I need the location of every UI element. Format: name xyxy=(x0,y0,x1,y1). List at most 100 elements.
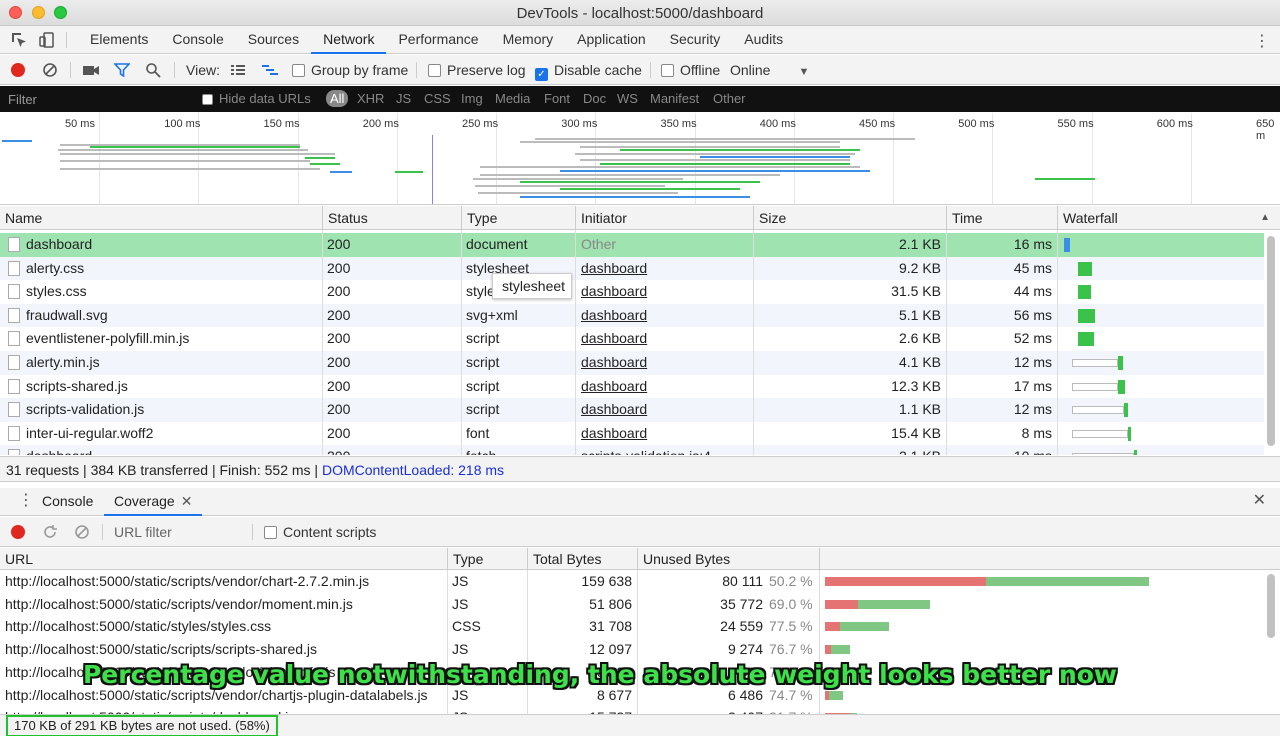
group-by-frame-checkbox[interactable]: Group by frame xyxy=(292,62,408,78)
checkbox[interactable] xyxy=(428,64,441,77)
reload-icon[interactable] xyxy=(42,524,58,540)
hide-data-urls-checkbox[interactable]: Hide data URLs xyxy=(202,91,311,106)
column-header-waterfall[interactable]: Waterfall ▲ xyxy=(1058,206,1280,230)
coverage-scrollbar[interactable] xyxy=(1266,574,1276,714)
network-request-row[interactable]: styles.css 200 style dashboard 31.5 KB 44 ms xyxy=(0,280,1264,304)
inspect-element-icon[interactable] xyxy=(10,31,28,49)
search-icon[interactable] xyxy=(145,62,161,78)
request-initiator[interactable]: scripts-validation.js:4 xyxy=(581,445,751,455)
tab-network[interactable]: Network xyxy=(311,26,387,54)
filter-type-js[interactable]: JS xyxy=(396,91,411,106)
coverage-url[interactable]: http://localhost:5000/static/scripts/ven… xyxy=(5,593,445,616)
request-name[interactable]: scripts-validation.js xyxy=(26,398,321,422)
network-request-row[interactable]: inter-ui-regular.woff2 200 font dashboard 15… xyxy=(0,422,1264,446)
record-icon[interactable] xyxy=(11,63,25,77)
coverage-url[interactable]: http://localhost:5000/static/scripts/das… xyxy=(5,706,445,714)
device-toolbar-icon[interactable] xyxy=(38,31,56,49)
coverage-url[interactable]: http://localhost:5000/static/scripts/ven… xyxy=(5,570,445,593)
disable-cache-checkbox[interactable]: ✓ Disable cache xyxy=(535,62,642,81)
checkbox-checked-icon[interactable]: ✓ xyxy=(535,68,548,81)
network-request-row[interactable]: alerty.min.js 200 script dashboard 4.1 KB 12 … xyxy=(0,351,1264,375)
filter-input[interactable]: Filter xyxy=(8,92,37,107)
screenshot-camera-icon[interactable] xyxy=(82,62,100,78)
filter-type-all[interactable]: All xyxy=(326,90,349,107)
record-coverage-icon[interactable] xyxy=(11,525,25,539)
coverage-row[interactable]: http://localhost:5000/static/scripts/ven… xyxy=(0,570,1264,593)
network-request-row[interactable]: eventlistener-polyfill.min.js 200 script da… xyxy=(0,327,1264,351)
column-header-total-bytes[interactable]: Total Bytes xyxy=(528,548,638,570)
checkbox[interactable] xyxy=(661,64,674,77)
request-name[interactable]: inter-ui-regular.woff2 xyxy=(26,422,321,446)
request-initiator[interactable]: dashboard xyxy=(581,327,751,351)
drawer-tab-console[interactable]: Console xyxy=(32,488,103,516)
request-initiator[interactable]: dashboard xyxy=(581,398,751,422)
filter-type-doc[interactable]: Doc xyxy=(583,91,606,106)
checkbox[interactable] xyxy=(292,64,305,77)
filter-type-ws[interactable]: WS xyxy=(617,91,638,106)
tab-audits[interactable]: Audits xyxy=(732,26,795,54)
request-initiator[interactable]: dashboard xyxy=(581,375,751,399)
network-request-row[interactable]: fraudwall.svg 200 svg+xml dashboard 5.1 KB 56… xyxy=(0,303,1264,328)
request-initiator[interactable]: dashboard xyxy=(581,351,751,375)
tab-performance[interactable]: Performance xyxy=(386,26,490,54)
request-name[interactable]: eventlistener-polyfill.min.js xyxy=(26,327,321,351)
offline-checkbox[interactable]: Offline xyxy=(661,62,720,78)
filter-type-xhr[interactable]: XHR xyxy=(357,91,384,106)
close-tab-icon[interactable]: ✕ xyxy=(181,493,193,509)
network-request-row[interactable]: scripts-validation.js 200 script dashboard 1… xyxy=(0,398,1264,422)
request-name[interactable]: fraudwall.svg xyxy=(26,304,321,328)
network-scrollbar[interactable] xyxy=(1266,236,1276,452)
network-request-row[interactable]: alerty.css 200 stylesheet dashboard 9.2 KB 45… xyxy=(0,256,1264,281)
column-header-status[interactable]: Status xyxy=(323,206,462,230)
network-request-row[interactable]: scripts-shared.js 200 script dashboard 12.3 … xyxy=(0,375,1264,399)
filter-type-manifest[interactable]: Manifest xyxy=(650,91,699,106)
content-scripts-checkbox[interactable]: Content scripts xyxy=(264,524,376,540)
coverage-url[interactable]: http://localhost:5000/static/scripts/scr… xyxy=(5,638,445,661)
clear-icon[interactable] xyxy=(42,62,58,78)
waterfall-overview-icon[interactable] xyxy=(261,62,279,78)
request-name[interactable]: dashboard xyxy=(26,233,321,257)
network-overview-timeline[interactable]: 50 ms 100 ms 150 ms 200 ms 250 ms 300 ms 350 m… xyxy=(0,113,1280,205)
scrollbar-thumb[interactable] xyxy=(1267,236,1275,446)
filter-type-other[interactable]: Other xyxy=(713,91,746,106)
column-header-time[interactable]: Time xyxy=(947,206,1058,230)
preserve-log-checkbox[interactable]: Preserve log xyxy=(428,62,526,78)
drawer-tab-coverage[interactable]: Coverage ✕ xyxy=(104,488,203,516)
clear-coverage-icon[interactable] xyxy=(74,524,90,540)
coverage-row[interactable]: http://localhost:5000/static/styles/styl… xyxy=(0,615,1264,638)
network-request-row[interactable]: dashboard 200 fetch scripts-validation.js:4… xyxy=(0,445,1264,455)
tab-security[interactable]: Security xyxy=(658,26,733,54)
request-initiator[interactable]: dashboard xyxy=(581,257,751,281)
tab-console[interactable]: Console xyxy=(160,26,235,54)
filter-funnel-icon[interactable] xyxy=(113,62,131,78)
column-header-size[interactable]: Size xyxy=(754,206,947,230)
column-header-type[interactable]: Type xyxy=(448,548,528,570)
coverage-row[interactable]: http://localhost:5000/static/scripts/das… xyxy=(0,706,1264,714)
checkbox[interactable] xyxy=(202,94,213,105)
coverage-row[interactable]: http://localhost:5000/static/scripts/ven… xyxy=(0,593,1264,616)
coverage-row[interactable]: http://localhost:5000/static/scripts/scr… xyxy=(0,638,1264,661)
close-drawer-icon[interactable]: ✕ xyxy=(1243,488,1276,516)
throttling-select[interactable]: Online ▼ xyxy=(730,62,809,78)
column-header-url[interactable]: URL xyxy=(0,548,448,570)
request-initiator[interactable]: dashboard xyxy=(581,280,751,304)
filter-type-css[interactable]: CSS xyxy=(424,91,451,106)
coverage-url[interactable]: http://localhost:5000/static/styles/styl… xyxy=(5,615,445,638)
column-header-name[interactable]: Name xyxy=(0,206,323,230)
request-name[interactable]: styles.css xyxy=(26,280,321,304)
network-request-row[interactable]: dashboard 200 document Other 2.1 KB 16 ms xyxy=(0,233,1264,257)
filter-type-img[interactable]: Img xyxy=(461,91,483,106)
checkbox[interactable] xyxy=(264,526,277,539)
more-options-icon[interactable]: ⋮ xyxy=(1254,31,1270,51)
large-rows-icon[interactable] xyxy=(230,62,246,78)
tab-sources[interactable]: Sources xyxy=(236,26,311,54)
column-header-unused-bytes[interactable]: Unused Bytes xyxy=(638,548,820,570)
tab-application[interactable]: Application xyxy=(565,26,658,54)
filter-type-media[interactable]: Media xyxy=(495,91,530,106)
request-initiator[interactable]: dashboard xyxy=(581,422,751,446)
request-name[interactable]: scripts-shared.js xyxy=(26,375,321,399)
column-header-type[interactable]: Type xyxy=(462,206,576,230)
column-header-initiator[interactable]: Initiator xyxy=(576,206,754,230)
scrollbar-thumb[interactable] xyxy=(1267,574,1275,638)
request-initiator[interactable]: dashboard xyxy=(581,304,751,328)
